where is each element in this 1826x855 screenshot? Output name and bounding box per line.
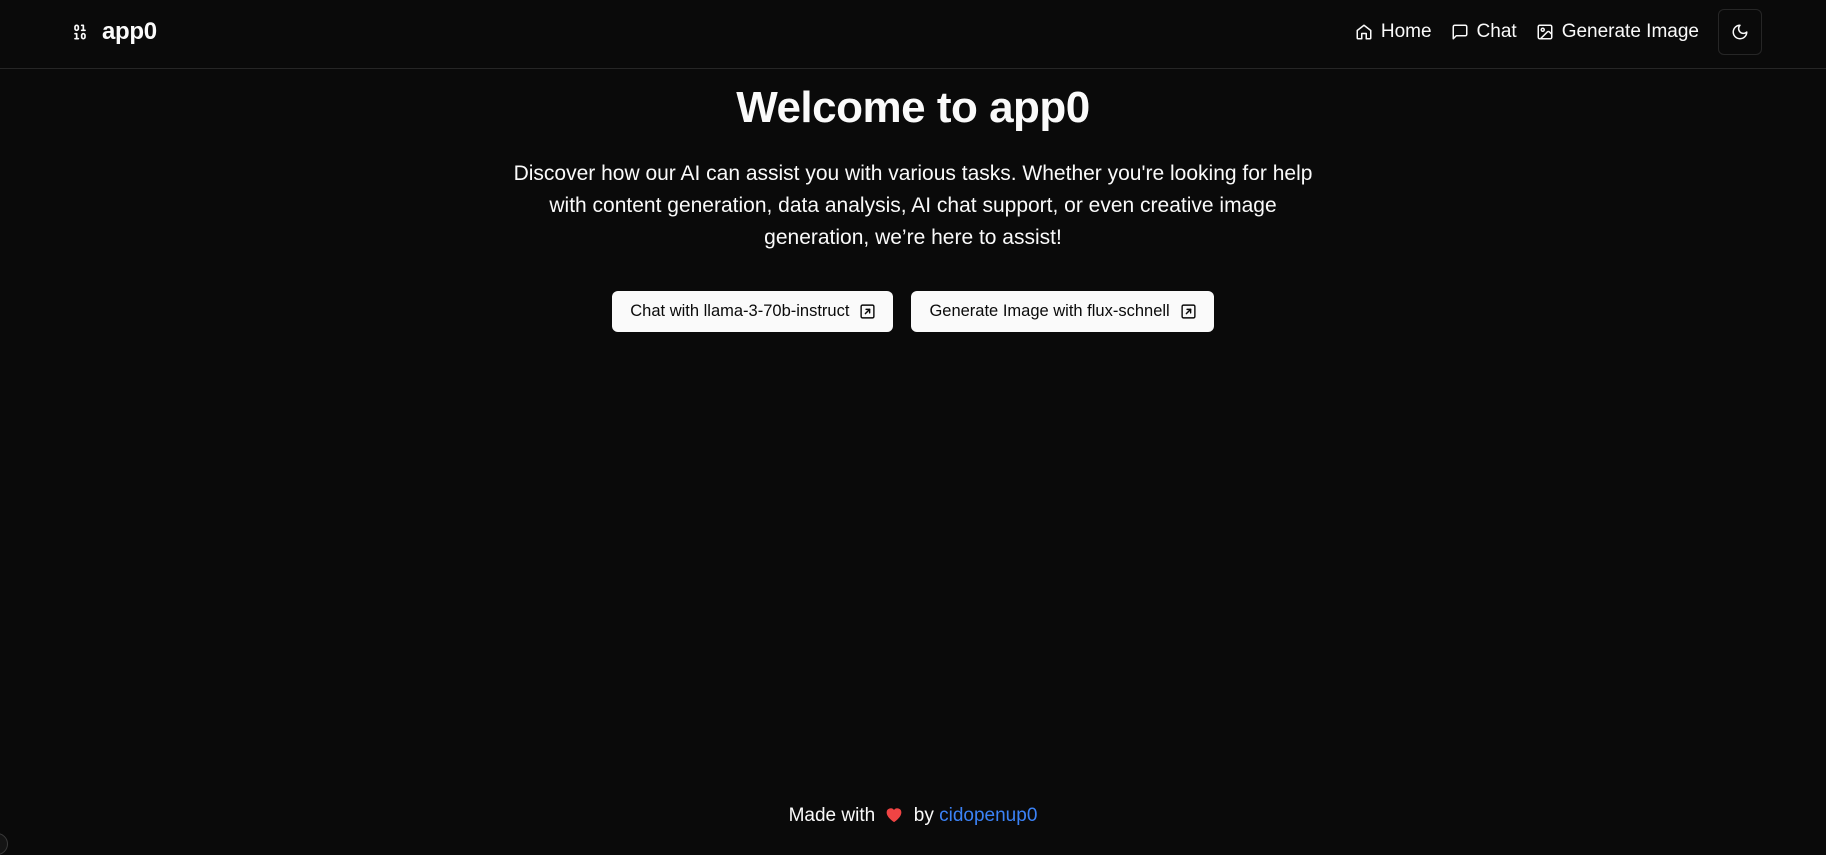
chat-llama-button-label: Chat with llama-3-70b-instruct — [630, 302, 849, 321]
nav-home-label: Home — [1381, 21, 1432, 43]
cta-row: Chat with llama-3-70b-instruct Generate … — [0, 291, 1826, 332]
corner-widget[interactable] — [0, 833, 8, 855]
chat-icon — [1451, 23, 1469, 41]
generate-image-flux-button-label: Generate Image with flux-schnell — [929, 302, 1169, 321]
hero-section: Welcome to app0 Discover how our AI can … — [0, 69, 1826, 332]
brand-name: app0 — [102, 18, 157, 46]
page-title: Welcome to app0 — [0, 83, 1826, 134]
nav-home[interactable]: Home — [1355, 21, 1432, 43]
chat-llama-button[interactable]: Chat with llama-3-70b-instruct — [612, 291, 893, 332]
external-link-icon — [1180, 303, 1197, 320]
external-link-icon — [859, 303, 876, 320]
nav-generate-image-label: Generate Image — [1562, 21, 1699, 43]
home-icon — [1355, 23, 1373, 41]
nav-chat-label: Chat — [1477, 21, 1517, 43]
moon-icon — [1731, 23, 1749, 41]
footer: Made with by cidopenup0 — [0, 805, 1826, 827]
heart-icon — [884, 805, 904, 823]
footer-prefix: Made with — [789, 805, 876, 826]
binary-icon — [70, 22, 90, 42]
hero-subtitle: Discover how our AI can assist you with … — [513, 158, 1313, 254]
generate-image-flux-button[interactable]: Generate Image with flux-schnell — [911, 291, 1213, 332]
author-link[interactable]: cidopenup0 — [939, 805, 1037, 826]
top-navbar: app0 Home Chat — [0, 0, 1826, 69]
nav-chat[interactable]: Chat — [1451, 21, 1517, 43]
main-nav: Home Chat Generate Image — [1355, 0, 1762, 64]
footer-by: by — [914, 805, 934, 826]
theme-toggle-button[interactable] — [1718, 9, 1762, 55]
brand-link[interactable]: app0 — [70, 0, 157, 64]
nav-generate-image[interactable]: Generate Image — [1536, 21, 1699, 43]
image-icon — [1536, 23, 1554, 41]
